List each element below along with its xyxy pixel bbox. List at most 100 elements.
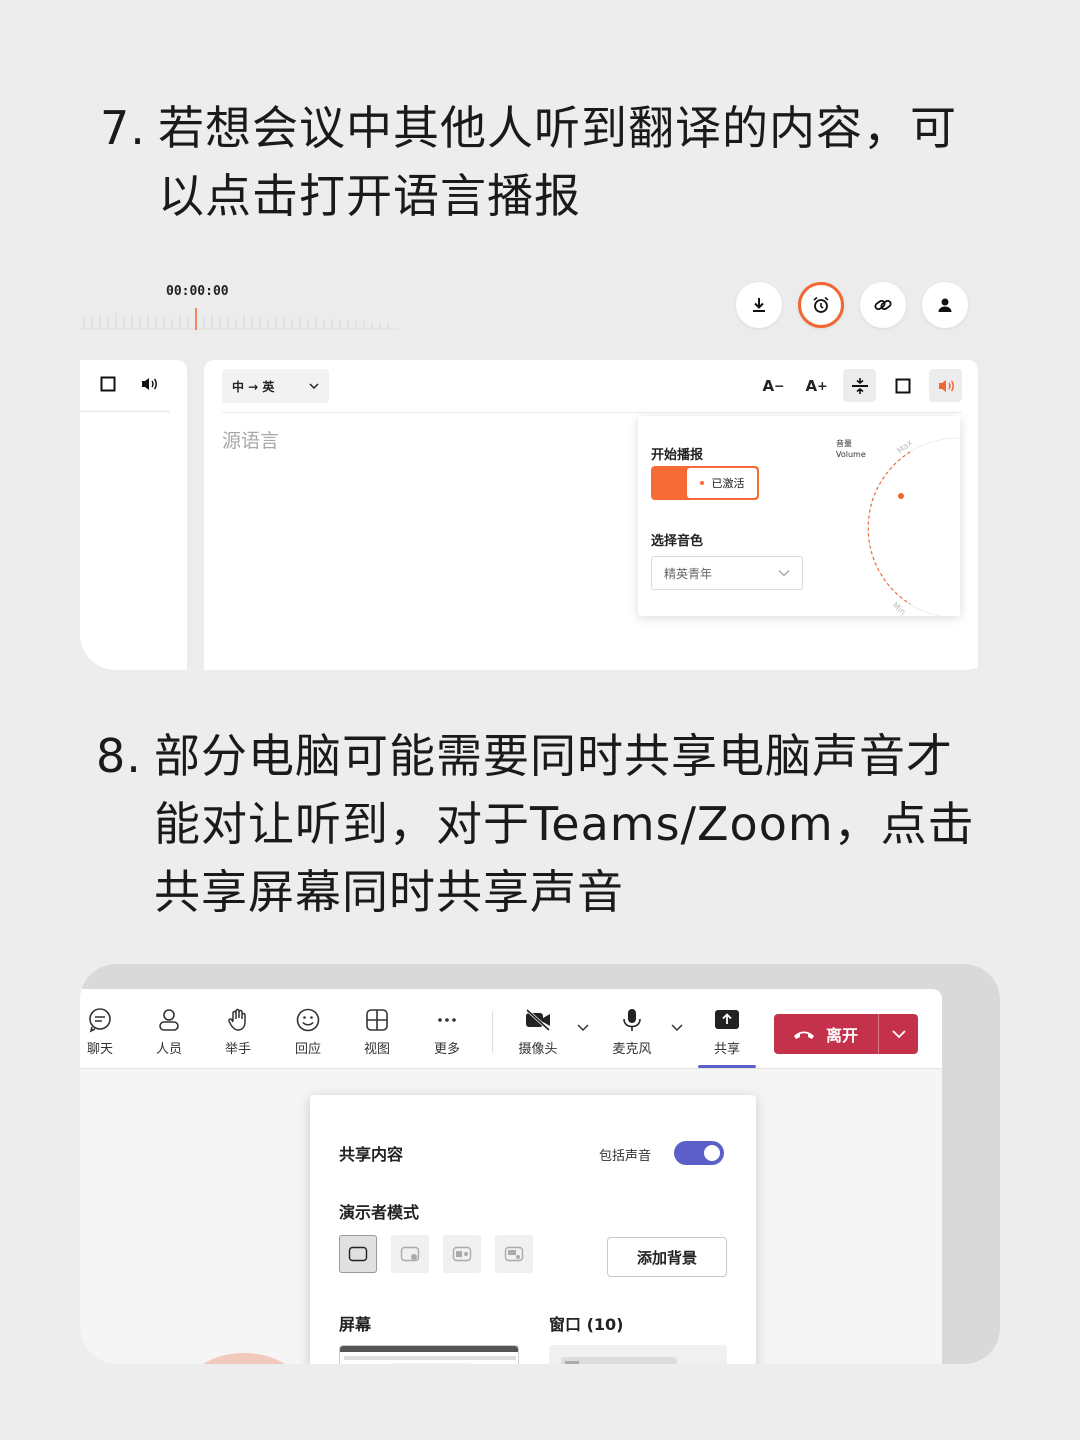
toolbar-label: 麦克风	[612, 1042, 652, 1057]
language-pair-value: 中 → 英	[232, 379, 275, 394]
source-placeholder: 源语言	[222, 430, 280, 452]
grid-view-icon	[366, 1009, 388, 1031]
font-larger-button[interactable]: A +	[800, 369, 833, 402]
start-broadcast-label: 开始播报	[651, 448, 704, 463]
reporter-icon	[504, 1246, 524, 1262]
share-active-indicator	[698, 1065, 756, 1068]
download-icon	[753, 298, 765, 312]
screen-thumbnail[interactable]	[339, 1345, 519, 1364]
chevron-down-icon	[309, 383, 319, 390]
share-panel-title: 共享内容	[339, 1145, 404, 1164]
volume-dial[interactable]: Max Min	[858, 436, 960, 616]
profile-button[interactable]	[922, 282, 968, 328]
window-thumbnail[interactable]	[549, 1345, 727, 1364]
side-by-side-icon	[452, 1246, 472, 1262]
timer-button[interactable]	[798, 282, 844, 328]
teams-window: 聊天 人员 举手 回应 视图 更多 摄像头 麦克风 共享 离开 共享内容 包括声…	[80, 989, 942, 1364]
mode-standout[interactable]	[391, 1235, 429, 1273]
share-content-panel: 共享内容 包括声音 演示者模式 添加背景 屏幕 窗口 (10)	[310, 1095, 756, 1364]
speaker-icon[interactable]	[140, 376, 158, 392]
font-larger-label: A	[805, 376, 818, 395]
alarm-clock-icon	[813, 296, 829, 313]
share-icon	[715, 1010, 739, 1029]
camera-button[interactable]: 摄像头	[508, 1007, 568, 1057]
standout-icon	[400, 1246, 420, 1262]
microphone-button[interactable]: 麦克风	[602, 1007, 662, 1057]
mic-options-chevron-icon[interactable]	[670, 1023, 684, 1033]
toolbar-label: 举手	[224, 1042, 251, 1057]
chat-button[interactable]: 聊天	[80, 1007, 130, 1057]
toolbar-label: 回应	[294, 1042, 321, 1057]
more-icon	[438, 1018, 456, 1022]
font-smaller-button[interactable]: A −	[757, 369, 790, 402]
toolbar-label: 人员	[155, 1042, 182, 1057]
emoji-icon	[296, 1008, 320, 1032]
presenter-mode-label: 演示者模式	[339, 1203, 420, 1222]
mode-content-only[interactable]	[339, 1235, 377, 1273]
translation-card: 中 → 英 A − A + 源语言 开始播报 已激活 选择音色 精英青年 音量 …	[204, 360, 978, 670]
step-number: 8.	[96, 729, 142, 783]
step-text-line: 共享屏幕同时共享声音	[154, 865, 624, 919]
hang-up-icon	[794, 1031, 814, 1039]
leave-label: 离开	[826, 1026, 859, 1045]
raise-hand-icon	[228, 1008, 246, 1031]
voice-select[interactable]: 精英青年	[651, 556, 803, 590]
leave-button[interactable]: 离开	[774, 1014, 918, 1054]
participant-avatar	[188, 1353, 300, 1364]
step-text-line: 能对让听到，对于Teams/Zoom，点击	[154, 797, 975, 851]
window-section-label: 窗口 (10)	[549, 1315, 624, 1334]
split-vertical-icon	[851, 377, 868, 394]
broadcast-status: 已激活	[711, 477, 745, 490]
fullscreen-icon[interactable]	[100, 376, 116, 392]
broadcast-toggle[interactable]: 已激活	[651, 466, 759, 500]
language-pair-select[interactable]: 中 → 英	[222, 369, 329, 403]
fullscreen-button[interactable]	[886, 369, 919, 402]
step-text-line: 部分电脑可能需要同时共享电脑声音才	[154, 729, 953, 783]
people-icon	[159, 1009, 179, 1031]
speaker-icon	[938, 379, 954, 392]
leave-options[interactable]	[879, 1029, 918, 1039]
translator-header: 00:00:00	[80, 270, 1000, 356]
raise-hand-button[interactable]: 举手	[208, 1007, 268, 1057]
broadcast-button[interactable]	[929, 369, 962, 402]
translator-screenshot: 00:00:00 中 → 英 A − A + 源语言 开始播报 已激活 选择音色…	[80, 270, 1000, 670]
share-button[interactable]: 共享	[697, 1007, 757, 1057]
teams-screenshot: 聊天 人员 举手 回应 视图 更多 摄像头 麦克风 共享 离开 共享内容 包括声…	[80, 964, 1000, 1364]
step-number: 7.	[100, 101, 146, 155]
step-text-line: 以点击打开语言播报	[158, 169, 581, 223]
presenter-modes	[339, 1235, 533, 1273]
chevron-down-icon	[778, 570, 790, 577]
fullscreen-icon	[895, 378, 910, 393]
view-button[interactable]: 视图	[347, 1007, 407, 1057]
display-toolbar: A − A +	[757, 369, 962, 402]
screen-preview	[340, 1346, 518, 1364]
source-card	[80, 360, 187, 670]
voice-label: 选择音色	[651, 534, 704, 549]
more-button[interactable]: 更多	[417, 1007, 477, 1057]
meeting-toolbar: 聊天 人员 举手 回应 视图 更多 摄像头 麦克风 共享 离开	[80, 989, 942, 1069]
mode-side-by-side[interactable]	[443, 1235, 481, 1273]
waveform[interactable]	[80, 308, 400, 330]
include-audio-toggle[interactable]	[674, 1141, 724, 1165]
broadcast-popover: 开始播报 已激活 选择音色 精英青年 音量 Volume Max Min	[638, 416, 960, 616]
mode-reporter[interactable]	[495, 1235, 533, 1273]
chevron-down-icon	[891, 1030, 906, 1039]
voice-value: 精英青年	[664, 566, 713, 581]
include-audio-label: 包括声音	[599, 1149, 652, 1164]
camera-options-chevron-icon[interactable]	[576, 1023, 590, 1033]
user-icon	[938, 298, 952, 312]
camera-off-icon	[525, 1008, 551, 1032]
window-preview	[561, 1357, 677, 1364]
link-icon	[874, 299, 892, 311]
link-button[interactable]	[860, 282, 906, 328]
download-button[interactable]	[736, 282, 782, 328]
add-background-button[interactable]: 添加背景	[607, 1237, 727, 1277]
people-button[interactable]: 人员	[139, 1007, 199, 1057]
step-7-instruction: 7. 若想会议中其他人听到翻译的内容，可 以点击打开语言播报	[100, 94, 957, 230]
volume-knob-dot	[898, 493, 904, 499]
react-button[interactable]: 回应	[278, 1007, 338, 1057]
timecode: 00:00:00	[166, 284, 229, 299]
toolbar-label: 摄像头	[518, 1042, 558, 1057]
split-layout-button[interactable]	[843, 369, 876, 402]
dial-min-label: Min	[891, 601, 908, 616]
